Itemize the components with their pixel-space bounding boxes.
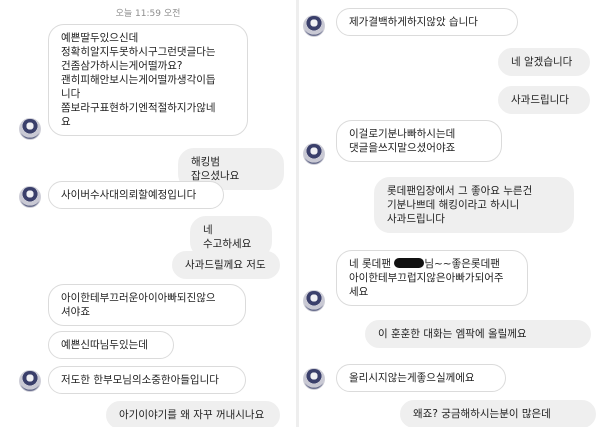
- message-outgoing: 사과드립니다: [498, 86, 590, 114]
- message-outgoing: 네 알겠습니다: [498, 48, 590, 76]
- timestamp: 오늘 11:59 오전: [115, 9, 181, 19]
- left-chat-panel: 오늘 11:59 오전 예쁜딸두있으신데 정확히알지두못하시구그런댓글다는 건좀…: [0, 0, 296, 427]
- message-incoming: 이걸로기분나빠하시는데 댓글을쓰지말으셨어야죠: [336, 120, 502, 162]
- avatar[interactable]: [303, 143, 325, 165]
- message-text: 네 롯데팬: [349, 258, 395, 270]
- message-incoming: 예쁜딸두있으신데 정확히알지두못하시구그런댓글다는 건좀삼가하시는게어떨까요? …: [48, 24, 248, 136]
- censor-mark: [394, 258, 425, 268]
- message-incoming: 네 롯데팬 님~~좋은롯데팬 아이한테부끄럽지않은아빠가되어주 세요: [336, 250, 528, 306]
- message-outgoing: 롯데팬입장에서 그 좋아요 누른건 기분나쁘데 해킹이라고 하시니 사과드립니다: [374, 177, 574, 233]
- message-incoming: 아이한테부끄러운아이아빠되진않으 셔야죠: [48, 284, 246, 326]
- avatar[interactable]: [19, 186, 41, 208]
- message-outgoing: 사과드릴께요 저도: [172, 251, 280, 279]
- right-chat-panel: 제가결백하게하지않았 습니다 네 알겠습니다 사과드립니다 이걸로기분나빠하시는…: [299, 0, 600, 427]
- avatar[interactable]: [19, 370, 41, 392]
- message-incoming: 저도한 한부모님의소중한아들입니다: [48, 366, 246, 394]
- avatar[interactable]: [303, 290, 325, 312]
- message-incoming: 사이버수사대의뢰할예정입니다: [48, 181, 224, 209]
- message-outgoing: 이 훈훈한 대화는 엠팍에 올릴께요: [365, 320, 591, 348]
- message-incoming: 올리시지않는게좋으실께에요: [336, 364, 506, 392]
- avatar[interactable]: [303, 15, 325, 37]
- message-incoming: 예쁜신따님두있는데: [48, 331, 174, 359]
- avatar[interactable]: [19, 118, 41, 140]
- message-outgoing: 아기이야기를 왜 자꾸 꺼내시나요: [106, 401, 280, 427]
- message-incoming: 제가결백하게하지않았 습니다: [336, 8, 518, 36]
- avatar[interactable]: [303, 368, 325, 390]
- message-outgoing: 왜죠? 궁금해하시는분이 많은데: [400, 400, 596, 427]
